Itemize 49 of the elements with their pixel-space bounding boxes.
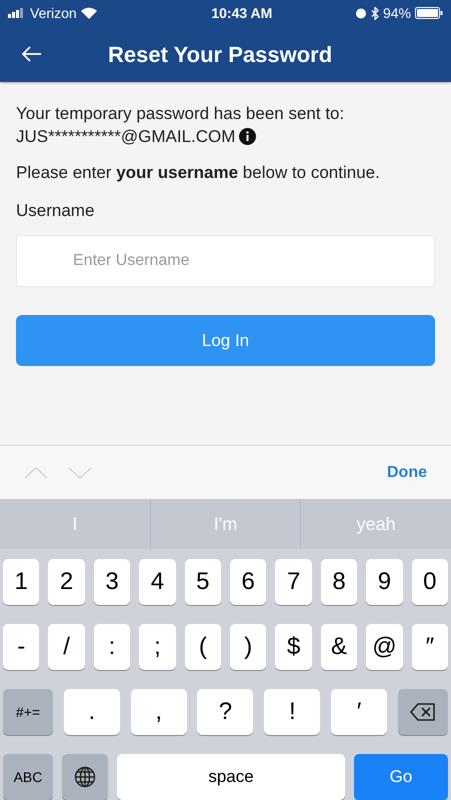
keyboard-key[interactable]: 9	[366, 559, 403, 605]
keyboard-key[interactable]: ABC	[3, 754, 53, 800]
space-key[interactable]: space	[117, 754, 345, 800]
signal-icon	[8, 8, 26, 18]
keyboard-key[interactable]: 3	[94, 559, 130, 605]
keyboard-key[interactable]: $	[275, 624, 312, 670]
backspace-icon	[410, 703, 436, 721]
keyboard-key[interactable]: 1	[3, 559, 40, 605]
keyboard-key[interactable]: ″	[412, 624, 448, 670]
keyboard-key[interactable]: !	[264, 689, 320, 735]
wifi-icon	[80, 7, 97, 19]
page-title: Reset Your Password	[108, 40, 332, 68]
keyboard-key[interactable]: 6	[230, 559, 266, 605]
bluetooth-icon	[370, 6, 379, 20]
keyboard-key[interactable]: &	[320, 624, 358, 670]
carrier-name: Verizon	[30, 4, 77, 22]
keyboard-key[interactable]: ;	[139, 624, 176, 670]
keyboard-key[interactable]: ′	[331, 689, 388, 735]
globe-key[interactable]	[62, 754, 108, 800]
backspace-key[interactable]	[398, 689, 448, 735]
masked-email: JUS***********@GMAIL.COM	[16, 126, 236, 148]
keyboard-key[interactable]: 5	[184, 559, 222, 605]
globe-icon	[74, 766, 96, 788]
info-icon[interactable]	[239, 128, 256, 145]
keyboard-key[interactable]: /	[48, 624, 85, 670]
keyboard-key[interactable]: 2	[48, 559, 85, 605]
battery-percent: 94%	[382, 4, 411, 22]
back-arrow-icon	[22, 46, 42, 62]
keyboard-key[interactable]: @	[366, 624, 403, 670]
keyboard-key[interactable]: )	[230, 624, 266, 670]
done-button[interactable]: Done	[387, 460, 427, 484]
keyboard-key[interactable]: #+=	[3, 689, 53, 735]
go-key[interactable]: Go	[354, 754, 448, 800]
keyboard-key[interactable]: (	[184, 624, 222, 670]
username-label: Username	[16, 200, 96, 222]
keyboard-key[interactable]: -	[3, 624, 40, 670]
battery-icon	[415, 7, 443, 19]
keyboard-key[interactable]: 0	[412, 559, 448, 605]
keyboard-key[interactable]: ?	[197, 689, 254, 735]
keyboard-key[interactable]: .	[64, 689, 120, 735]
keyboard-key[interactable]: :	[94, 624, 130, 670]
status-time: 10:43 AM	[211, 4, 272, 22]
keyboard-key[interactable]: ,	[130, 689, 187, 735]
keyboard-key[interactable]: 4	[139, 559, 176, 605]
instruction-text: Please enter your username below to continue.	[16, 162, 381, 184]
username-field[interactable]: Enter Username	[16, 235, 435, 287]
keyboard-key[interactable]: 8	[320, 559, 358, 605]
keyboard-key[interactable]: 7	[275, 559, 312, 605]
sent-message: Your temporary password has been sent to:	[16, 103, 346, 125]
